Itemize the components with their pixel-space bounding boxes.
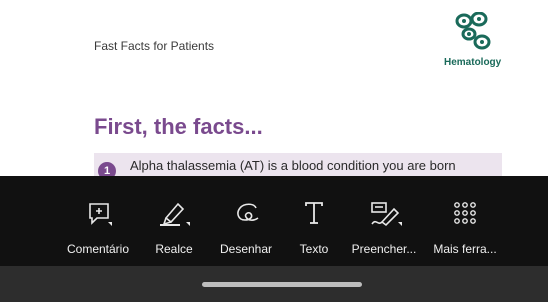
text-label: Texto xyxy=(299,242,329,256)
highlight-button[interactable] xyxy=(158,198,192,228)
draw-icon xyxy=(237,203,259,221)
comment-label: Comentário xyxy=(66,242,130,256)
fill-sign-icon xyxy=(371,202,402,227)
draw-label: Desenhar xyxy=(219,242,273,256)
home-indicator[interactable] xyxy=(202,282,362,287)
more-tools-label: Mais ferra... xyxy=(433,242,497,256)
section-heading: First, the facts... xyxy=(94,114,263,139)
pdf-page: Fast Facts for Patients Hematology First… xyxy=(0,0,548,180)
more-tools-button[interactable] xyxy=(450,198,480,228)
text-icon xyxy=(305,202,323,224)
draw-button[interactable] xyxy=(232,198,262,228)
system-navigation-bar xyxy=(0,266,548,302)
text-button[interactable] xyxy=(300,198,328,228)
comment-icon xyxy=(89,203,112,226)
annotation-toolbar: Comentário Realce Desenhar Texto Preench… xyxy=(0,176,548,266)
hematology-logo xyxy=(455,12,491,50)
fill-sign-label: Preencher... xyxy=(351,242,417,256)
highlighter-icon xyxy=(160,202,190,226)
fact-text: Alpha thalassemia (AT) is a blood condit… xyxy=(130,158,456,173)
fill-sign-button[interactable] xyxy=(368,198,404,228)
logo-text: Hematology xyxy=(444,57,502,68)
comment-button[interactable] xyxy=(84,198,114,228)
highlight-label: Realce xyxy=(155,242,193,256)
document-header: Fast Facts for Patients xyxy=(94,39,215,53)
more-tools-icon xyxy=(454,202,476,224)
